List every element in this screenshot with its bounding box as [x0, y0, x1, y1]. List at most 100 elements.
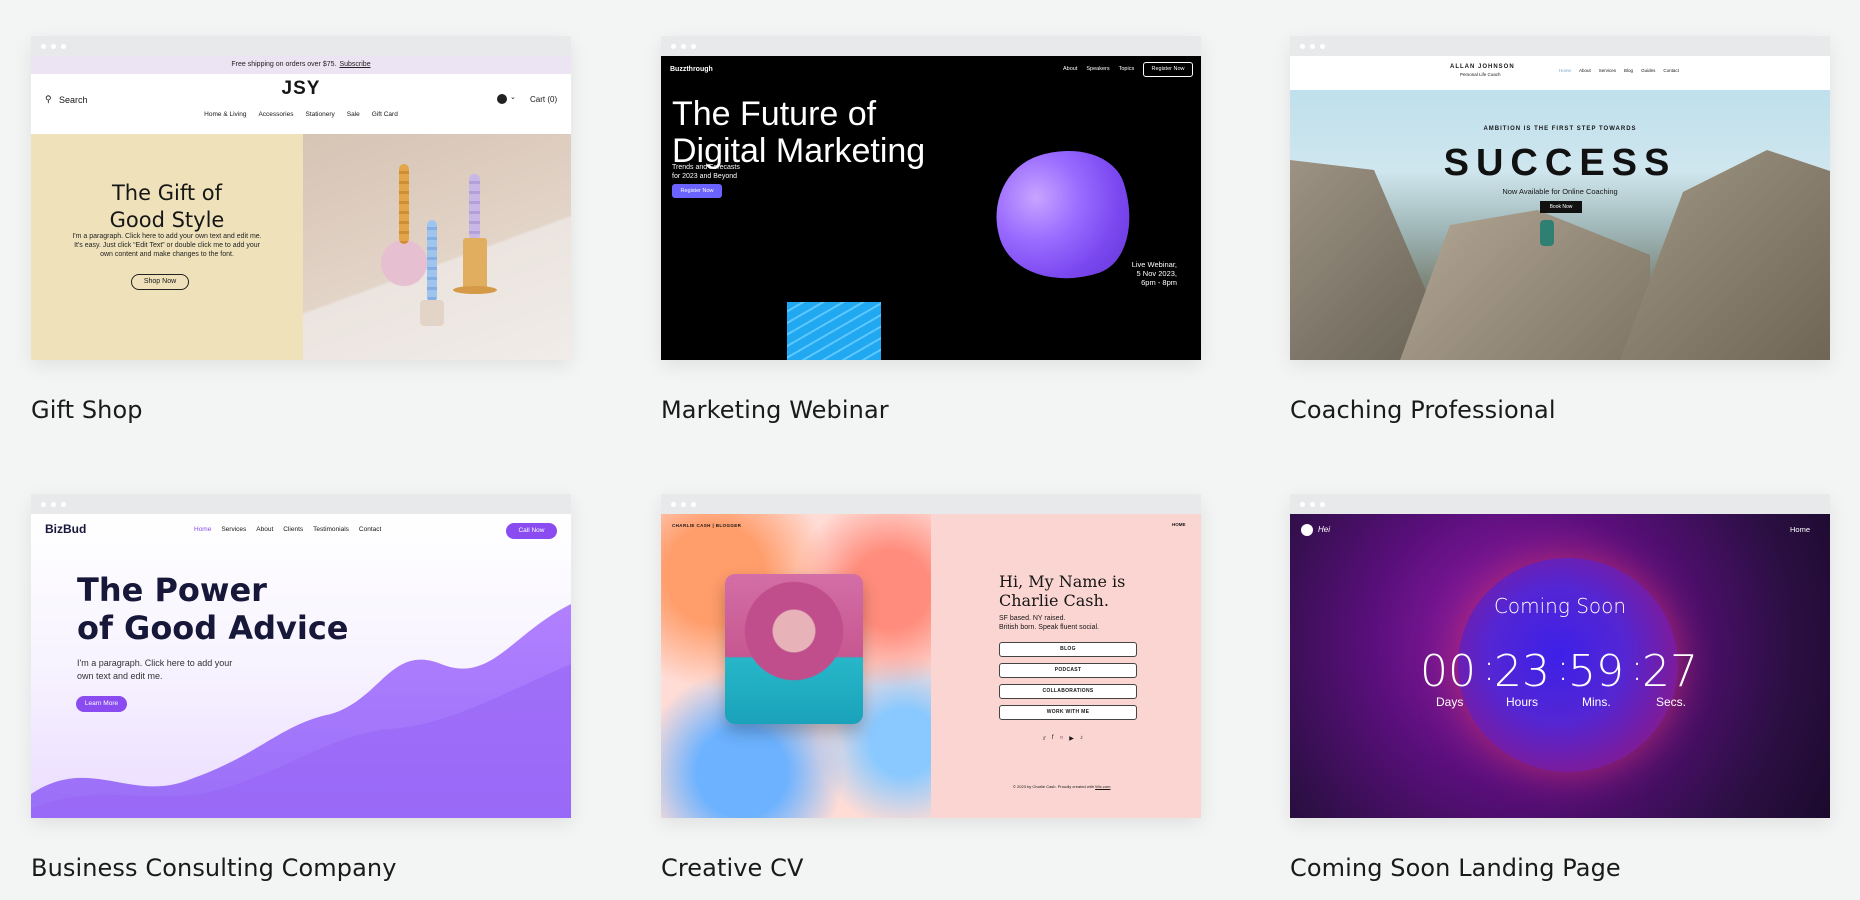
nav-item: Contact	[358, 526, 382, 533]
countdown-mins: 59	[1568, 646, 1624, 697]
hero-paragraph: I'm a paragraph. Click here to add your o…	[77, 657, 232, 683]
cv-preview: CHARLIE CASH | BLOGGER HOME Hi, My Name …	[661, 514, 1201, 818]
template-preview[interactable]: BizBud Home Services About Clients Testi…	[31, 494, 571, 818]
nav-item: Clients	[283, 526, 304, 533]
template-preview[interactable]: Free shipping on orders over $75. Subscri…	[31, 36, 571, 360]
nav-home: HOME	[1172, 522, 1186, 527]
card-title[interactable]: Creative CV	[661, 854, 1201, 882]
bio-line: British born. Speak fluent social.	[999, 624, 1099, 631]
site-nav: About Speakers Topics	[1063, 66, 1134, 72]
template-gallery: Free shipping on orders over $75. Subscri…	[0, 0, 1860, 900]
site-nav: Home Services About Clients Testimonials…	[194, 526, 381, 533]
nav-item: Guides	[1641, 68, 1656, 73]
hero-title-line: of Good Advice	[77, 609, 349, 647]
bio-line: SF based. NY raised.	[999, 615, 1066, 622]
nav-item: Accessories	[258, 111, 294, 118]
hero-title: Hi, My Name is Charlie Cash.	[999, 572, 1125, 610]
nav-item: Home	[1559, 68, 1572, 73]
work-with-me-button: WORK WITH ME	[999, 705, 1137, 720]
climber	[1540, 220, 1554, 246]
paragraph-line: own text and edit me.	[77, 671, 163, 681]
countdown-days: 00	[1420, 646, 1476, 697]
instagram-icon: ○	[1059, 735, 1064, 741]
candle-base	[453, 286, 497, 294]
candle-orange	[399, 164, 409, 244]
blog-button: BLOG	[999, 642, 1137, 657]
brand-logo: JSY	[281, 78, 321, 99]
hero-subtitle: Now Available for Online Coaching	[1502, 187, 1618, 196]
account-icon	[497, 94, 507, 104]
card-title[interactable]: Coming Soon Landing Page	[1290, 854, 1830, 882]
countdown-hours: 23	[1494, 646, 1550, 697]
site-nav: Home About Services Blog Guides Contact	[1559, 68, 1679, 73]
register-button: Register Now	[672, 184, 722, 198]
pool-image	[787, 302, 881, 360]
tiktok-icon: ♪	[1079, 735, 1083, 741]
subtitle-line: Trends and Forecasts	[672, 164, 740, 171]
card-title[interactable]: Marketing Webinar	[661, 396, 1201, 424]
nav-item: Services	[221, 526, 247, 533]
collaborations-button: COLLABORATIONS	[999, 684, 1137, 699]
template-card-business-consulting[interactable]: BizBud Home Services About Clients Testi…	[31, 494, 571, 882]
template-card-coming-soon[interactable]: Hei Home Coming Soon 00 : 23 : 59 : 27 D…	[1290, 494, 1830, 882]
banner-text: Free shipping on orders over $75.	[231, 61, 337, 68]
footer-text: © 2023 by Charlie Cash. Proudly created …	[1013, 784, 1094, 789]
cliff-center	[1400, 210, 1650, 360]
shipping-banner: Free shipping on orders over $75. Subscri…	[31, 56, 571, 74]
candle-blue	[427, 220, 437, 302]
template-preview[interactable]: ALLAN JOHNSON Personal Life Coach Home A…	[1290, 36, 1830, 360]
nav-item: Topics	[1118, 66, 1135, 72]
template-preview[interactable]: Hei Home Coming Soon 00 : 23 : 59 : 27 D…	[1290, 494, 1830, 818]
nav-item: Testimonials	[313, 526, 349, 533]
template-preview[interactable]: Buzzthrough About Speakers Topics Regist…	[661, 36, 1201, 360]
countdown-label: Days	[1436, 695, 1464, 709]
podcast-button: PODCAST	[999, 663, 1137, 678]
paragraph-line: I'm a paragraph. Click here to add your	[77, 658, 233, 668]
template-card-creative-cv[interactable]: CHARLIE CASH | BLOGGER HOME Hi, My Name …	[661, 494, 1201, 882]
hero-title: SUCCESS	[1443, 142, 1677, 184]
coaching-preview: ALLAN JOHNSON Personal Life Coach Home A…	[1290, 56, 1830, 360]
sphere-shape	[381, 240, 427, 286]
browser-bar	[661, 494, 1201, 514]
nav-item: Sale	[346, 111, 360, 118]
template-preview[interactable]: CHARLIE CASH | BLOGGER HOME Hi, My Name …	[661, 494, 1201, 818]
hero-title: The Gift of Good Style	[31, 180, 303, 234]
hero-image	[303, 134, 571, 360]
nav-item: Stationery	[305, 111, 335, 118]
site-header: CHARLIE CASH | BLOGGER	[672, 523, 742, 528]
browser-bar	[31, 494, 571, 514]
bio: SF based. NY raised. British born. Speak …	[999, 614, 1099, 632]
subtitle-line: for 2023 and Beyond	[672, 173, 737, 180]
nav-home: Home	[1790, 525, 1811, 534]
template-card-marketing-webinar[interactable]: Buzzthrough About Speakers Topics Regist…	[661, 36, 1201, 424]
countdown-secs: 27	[1642, 646, 1698, 697]
hero-title-line: The Gift of	[111, 181, 222, 205]
hero-title: The Power of Good Advice	[77, 571, 349, 647]
consulting-preview: BizBud Home Services About Clients Testi…	[31, 514, 571, 818]
hero-title-line: Hi, My Name is	[999, 572, 1126, 591]
facebook-icon: f	[1051, 735, 1054, 741]
template-card-coaching-professional[interactable]: ALLAN JOHNSON Personal Life Coach Home A…	[1290, 36, 1830, 424]
countdown-label: Secs.	[1656, 695, 1687, 709]
nav-item: About	[256, 526, 274, 533]
card-title[interactable]: Business Consulting Company	[31, 854, 571, 882]
hero-title-line: The Power	[77, 571, 267, 609]
hero-kicker: AMBITION IS THE FIRST STEP TOWARDS	[1483, 126, 1637, 132]
site-nav: Home & Living Accessories Stationery Sal…	[31, 111, 571, 118]
3d-shape	[979, 133, 1148, 299]
card-title[interactable]: Gift Shop	[31, 396, 571, 424]
hero-title: The Future of Digital Marketing	[672, 96, 972, 170]
call-now-button: Call Now	[506, 523, 557, 539]
nav-item: Contact	[1663, 68, 1679, 73]
browser-bar	[1290, 36, 1830, 56]
date-line: 6pm - 8pm	[1141, 278, 1177, 287]
hero-subtitle: Trends and Forecasts for 2023 and Beyond	[672, 163, 740, 181]
social-icons: 𝕣 f ○ ▶ ♪	[1043, 735, 1083, 742]
hero-title: Coming Soon	[1493, 594, 1627, 618]
card-title[interactable]: Coaching Professional	[1290, 396, 1830, 424]
shop-now-button: Shop Now	[131, 274, 189, 290]
template-card-gift-shop[interactable]: Free shipping on orders over $75. Subscri…	[31, 36, 571, 424]
footer: © 2023 by Charlie Cash. Proudly created …	[1013, 784, 1110, 789]
nav-item: Speakers	[1086, 66, 1110, 72]
footer-link: Wix.com	[1095, 784, 1111, 789]
